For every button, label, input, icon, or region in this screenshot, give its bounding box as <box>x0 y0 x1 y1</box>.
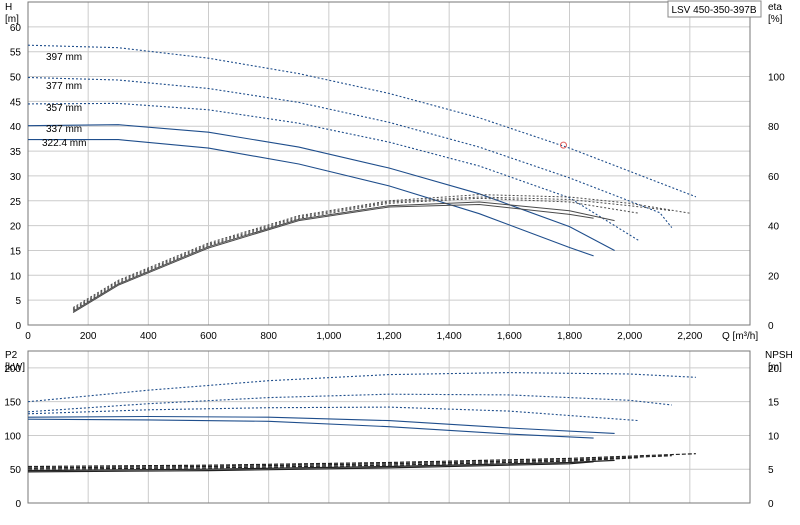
mark-layer <box>27 44 697 473</box>
y2-tick-label: 20 <box>768 271 780 282</box>
y2-tick-label: 40 <box>768 222 780 233</box>
x-tick-label: 1,200 <box>376 331 401 342</box>
y-tick-label: 100 <box>4 431 21 442</box>
model-label-box: LSV 450-350-397B <box>667 0 762 18</box>
x-tick-label: 2,000 <box>617 331 642 342</box>
y-tick-label: 0 <box>15 499 21 510</box>
text-layer: 0 200 400 600 800 1,000 1,200 1,400 1,600 1,800 2,… <box>4 2 792 510</box>
y2-axis-unit: [m] <box>768 362 782 373</box>
x-tick-label: 1,000 <box>316 331 341 342</box>
power-curve <box>27 372 696 403</box>
x-tick-label: 200 <box>80 331 97 342</box>
x-tick-label: 1,600 <box>497 331 522 342</box>
x-tick-label: 2,200 <box>677 331 702 342</box>
pump-performance-chart: 0 200 400 600 800 1,000 1,200 1,400 1,600 1,800 2,… <box>0 0 800 520</box>
y-tick-label: 0 <box>15 321 21 332</box>
model-label: LSV 450-350-397B <box>671 5 756 16</box>
x-tick-label: 1,400 <box>437 331 462 342</box>
efficiency-curve <box>72 197 639 311</box>
y-axis-label: H <box>5 2 12 13</box>
curve-label: 397 mm <box>46 52 82 63</box>
y-tick-label: 5 <box>15 296 21 307</box>
y2-tick-label: 80 <box>768 122 780 133</box>
y2-tick-label: 100 <box>768 73 785 84</box>
x-axis-label: Q [m³/h] <box>722 331 758 342</box>
grid-layer <box>28 2 750 503</box>
y-tick-label: 10 <box>10 271 22 282</box>
y-tick-label: 25 <box>10 197 22 208</box>
y-axis-label: P2 <box>5 350 18 361</box>
y-tick-label: 50 <box>10 465 22 476</box>
y-axis-unit: [kW] <box>5 362 25 373</box>
curve-label: 357 mm <box>46 103 82 114</box>
power-curve <box>27 415 615 434</box>
curve-label: 322.4 mm <box>42 138 86 149</box>
power-curve <box>27 393 672 413</box>
y2-tick-label: 5 <box>768 465 774 476</box>
y-tick-label: 30 <box>10 172 22 183</box>
chart-canvas: 0 200 400 600 800 1,000 1,200 1,400 1,600 1,800 2,… <box>4 0 793 510</box>
y-tick-label: 45 <box>10 97 22 108</box>
y2-tick-label: 0 <box>768 499 774 510</box>
y-tick-label: 35 <box>10 147 22 158</box>
x-tick-label: 1,800 <box>557 331 582 342</box>
y2-tick-label: 10 <box>768 431 780 442</box>
y-axis-unit: [m] <box>5 14 19 25</box>
x-tick-label: 600 <box>200 331 217 342</box>
x-tick-label: 0 <box>25 331 31 342</box>
y-tick-label: 50 <box>10 73 22 84</box>
y2-tick-label: 0 <box>768 321 774 332</box>
y2-axis-label: NPSH <box>765 350 793 361</box>
efficiency-curve <box>72 194 690 309</box>
x-tick-label: 400 <box>140 331 157 342</box>
efficiency-curve <box>72 203 594 314</box>
y-tick-label: 40 <box>10 122 22 133</box>
curve-label: 337 mm <box>46 124 82 135</box>
y2-axis-unit: [%] <box>768 14 783 25</box>
y-tick-label: 150 <box>4 398 21 409</box>
head-curve-397 <box>27 44 697 198</box>
efficiency-curve <box>72 201 615 312</box>
y2-tick-label: 15 <box>768 398 780 409</box>
y-tick-label: 20 <box>10 222 22 233</box>
y2-axis-label: eta <box>768 2 782 13</box>
head-curve-377 <box>27 76 673 228</box>
y-tick-label: 55 <box>10 48 22 59</box>
curve-label: 377 mm <box>46 81 82 92</box>
x-tick-label: 800 <box>260 331 277 342</box>
y-tick-label: 15 <box>10 246 22 257</box>
y2-tick-label: 60 <box>768 172 780 183</box>
